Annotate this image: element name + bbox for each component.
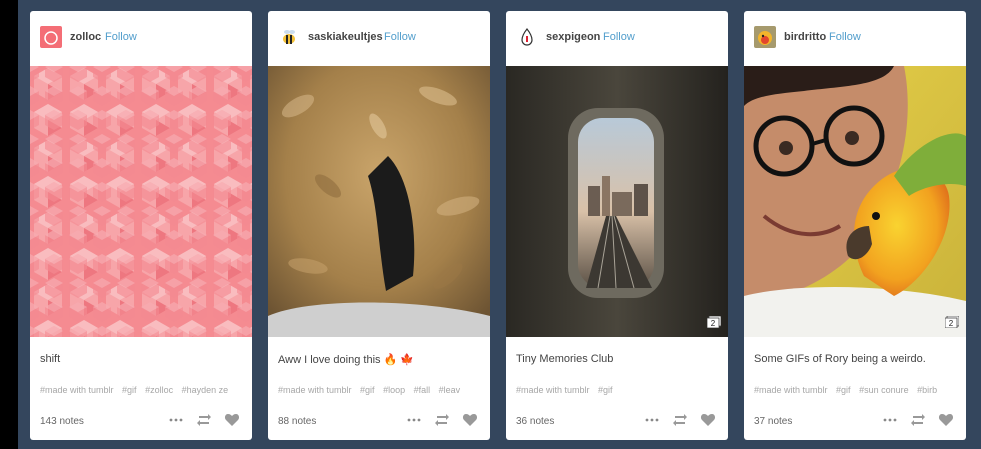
reblog-icon[interactable] — [910, 412, 926, 428]
post-image[interactable]: 2 — [744, 66, 966, 337]
tag[interactable]: #birb — [917, 385, 937, 395]
tag[interactable]: #made with tumblr — [40, 385, 114, 395]
post-tags: #made with tumblr #gif #loop #fall #leav — [278, 385, 484, 399]
username[interactable]: birdritto — [784, 31, 826, 43]
tag[interactable]: #fall — [414, 385, 431, 395]
post-actions — [644, 411, 716, 429]
photoset-count-badge: 2 — [945, 316, 959, 328]
username[interactable]: sexpigeon — [546, 31, 600, 43]
like-icon[interactable] — [938, 412, 954, 428]
notes-count[interactable]: 36 notes — [516, 416, 554, 427]
post-actions — [168, 411, 240, 429]
tag[interactable]: #gif — [598, 385, 613, 395]
tag[interactable]: #made with tumblr — [278, 385, 352, 395]
post-image[interactable] — [30, 66, 252, 337]
post-card[interactable]: sexpigeon Follow 2 Tiny Memories Club #m… — [506, 11, 728, 440]
follow-button[interactable]: Follow — [105, 31, 137, 43]
post-image[interactable]: 2 — [506, 66, 728, 337]
username[interactable]: zolloc — [70, 31, 101, 43]
avatar[interactable] — [516, 26, 538, 48]
like-icon[interactable] — [462, 412, 478, 428]
like-icon[interactable] — [224, 412, 240, 428]
username[interactable]: saskiakeultjes — [308, 31, 383, 43]
post-header: saskiakeultjes Follow — [268, 11, 490, 65]
notes-count[interactable]: 37 notes — [754, 416, 792, 427]
more-icon[interactable] — [882, 412, 898, 428]
follow-button[interactable]: Follow — [603, 31, 635, 43]
avatar[interactable] — [40, 26, 62, 48]
avatar[interactable] — [754, 26, 776, 48]
svg-text:2: 2 — [711, 319, 716, 328]
tag[interactable]: #gif — [836, 385, 851, 395]
more-icon[interactable] — [644, 412, 660, 428]
post-header: sexpigeon Follow — [506, 11, 728, 65]
more-icon[interactable] — [406, 412, 422, 428]
tag[interactable]: #loop — [383, 385, 405, 395]
tag[interactable]: #sun conure — [859, 385, 909, 395]
post-header: zolloc Follow — [30, 11, 252, 65]
notes-count[interactable]: 143 notes — [40, 416, 84, 427]
notes-count[interactable]: 88 notes — [278, 416, 316, 427]
post-caption: Tiny Memories Club — [516, 353, 614, 365]
like-icon[interactable] — [700, 412, 716, 428]
post-tags: #made with tumblr #gif — [516, 385, 722, 399]
tag[interactable]: #gif — [122, 385, 137, 395]
post-card[interactable]: saskiakeultjes Follow Aww I love doing t… — [268, 11, 490, 440]
tag[interactable]: #made with tumblr — [754, 385, 828, 395]
post-actions — [882, 411, 954, 429]
post-actions — [406, 411, 478, 429]
follow-button[interactable]: Follow — [384, 31, 416, 43]
reblog-icon[interactable] — [672, 412, 688, 428]
post-tags: #made with tumblr #gif #sun conure #birb — [754, 385, 960, 399]
post-image[interactable] — [268, 66, 490, 337]
follow-button[interactable]: Follow — [829, 31, 861, 43]
svg-text:2: 2 — [949, 319, 954, 328]
more-icon[interactable] — [168, 412, 184, 428]
tag[interactable]: #zolloc — [145, 385, 173, 395]
reblog-icon[interactable] — [434, 412, 450, 428]
post-header: birdritto Follow — [744, 11, 966, 65]
dashboard-feed: zolloc Follow shift #made with tumblr #g… — [18, 0, 981, 449]
tag[interactable]: #made with tumblr — [516, 385, 590, 395]
reblog-icon[interactable] — [196, 412, 212, 428]
post-card[interactable]: birdritto Follow 2 Some GIFs of Rory bei… — [744, 11, 966, 440]
avatar[interactable] — [278, 26, 300, 48]
tag[interactable]: #leav — [439, 385, 461, 395]
tag[interactable]: #hayden ze — [182, 385, 229, 395]
tag[interactable]: #gif — [360, 385, 375, 395]
photoset-count-badge: 2 — [707, 316, 721, 328]
post-tags: #made with tumblr #gif #zolloc #hayden z… — [40, 385, 246, 399]
post-caption: shift — [40, 353, 61, 365]
post-card[interactable]: zolloc Follow shift #made with tumblr #g… — [30, 11, 252, 440]
post-caption: Some GIFs of Rory being a weirdo. — [754, 353, 926, 365]
post-caption: Aww I love doing this 🔥 🍁 — [278, 354, 415, 366]
